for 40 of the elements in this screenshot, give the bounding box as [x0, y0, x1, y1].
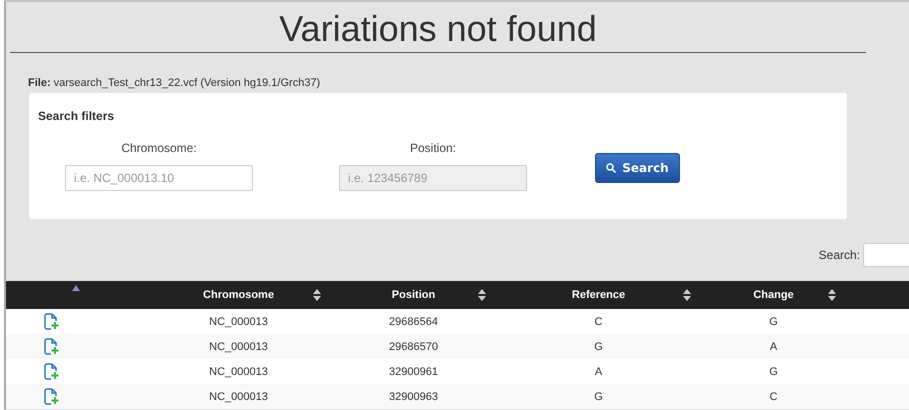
- file-label: File:: [28, 77, 51, 89]
- table-cell: 32900963: [389, 390, 438, 402]
- table-cell: 29686570: [389, 340, 438, 352]
- table-cell: G: [594, 390, 603, 402]
- sort-icon[interactable]: [313, 289, 321, 301]
- column-header[interactable]: Position: [392, 289, 436, 301]
- add-document-icon[interactable]: [43, 363, 59, 380]
- table-cell: C: [594, 316, 602, 328]
- sort-icon[interactable]: [683, 289, 691, 301]
- table-cell: NC_000013: [209, 316, 268, 328]
- search-icon: [606, 163, 616, 173]
- table-cell: G: [769, 316, 778, 328]
- table-cell: C: [770, 390, 778, 402]
- file-name: varsearch_Test_chr13_22.vcf (Version hg19.1/Grch37): [54, 77, 320, 89]
- sort-ascending-icon[interactable]: [72, 285, 80, 291]
- column-header[interactable]: Change: [753, 289, 794, 301]
- field-label: Chromosome:: [121, 141, 197, 155]
- search-button[interactable]: Search: [595, 153, 680, 183]
- sort-icon[interactable]: [828, 289, 836, 301]
- table-cell: A: [770, 340, 778, 352]
- table-cell: G: [769, 366, 778, 378]
- filters-heading: Search filters: [38, 109, 116, 123]
- table-cell: 29686564: [389, 316, 438, 328]
- search-label: Search:: [818, 248, 860, 262]
- filter-input[interactable]: i.e. NC_000013.10: [65, 165, 253, 191]
- column-header[interactable]: Reference: [572, 289, 626, 301]
- page-title: Variations not found: [10, 8, 866, 53]
- table-cell: A: [594, 366, 602, 378]
- sort-icon[interactable]: [478, 289, 486, 301]
- table-cell: NC_000013: [209, 390, 268, 402]
- table-cell: 32900961: [389, 366, 438, 378]
- add-document-icon[interactable]: [43, 388, 59, 405]
- table-cell: NC_000013: [209, 340, 268, 352]
- add-document-icon[interactable]: [43, 313, 59, 330]
- add-document-icon[interactable]: [43, 338, 59, 355]
- column-header[interactable]: Chromosome: [203, 289, 274, 301]
- field-label: Position:: [410, 141, 456, 155]
- table-cell: G: [594, 340, 603, 352]
- table-cell: NC_000013: [209, 366, 268, 378]
- table-search-field[interactable]: [863, 243, 909, 267]
